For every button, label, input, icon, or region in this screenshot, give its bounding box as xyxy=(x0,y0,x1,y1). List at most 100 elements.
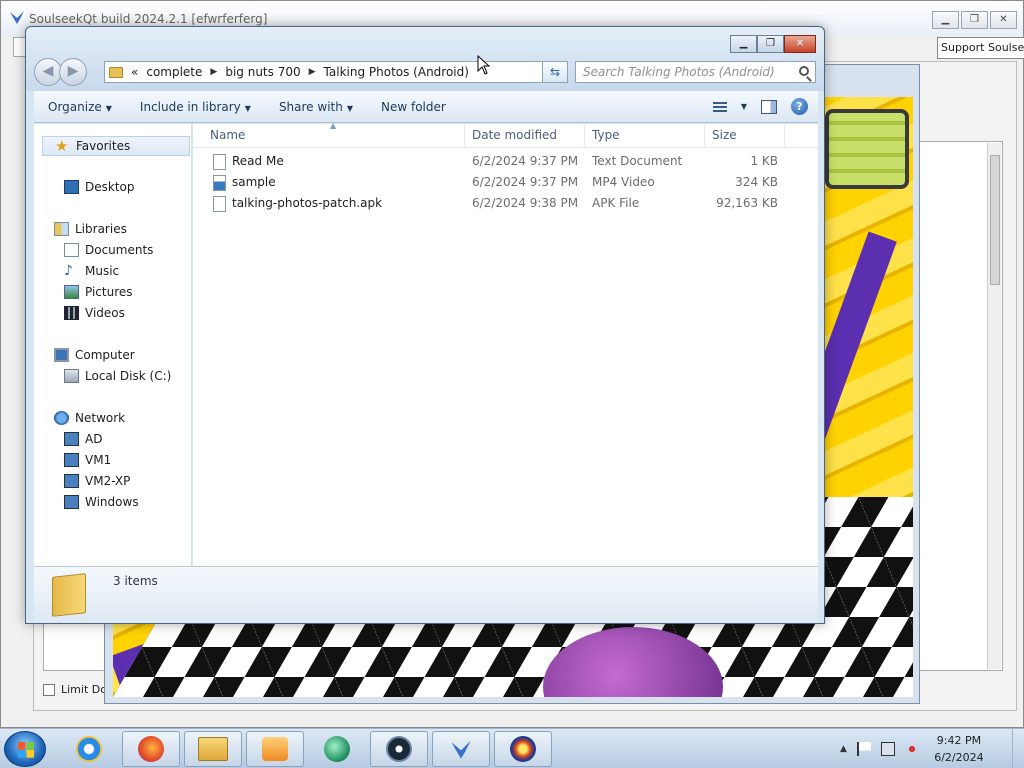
back-button[interactable]: ◀ xyxy=(34,58,62,86)
nav-network-windows[interactable]: Windows xyxy=(64,495,139,509)
column-date-modified[interactable]: Date modified xyxy=(472,128,557,142)
folder-icon xyxy=(52,573,86,617)
folder-icon xyxy=(109,66,123,78)
nav-local-disk-label: Local Disk (C:) xyxy=(85,369,172,383)
taskbar-steam[interactable] xyxy=(370,731,428,767)
minimize-button[interactable]: ▁ xyxy=(730,35,757,53)
share-with-button[interactable]: Share with ▼ xyxy=(265,100,367,114)
music-note-icon: ♪ xyxy=(64,263,73,279)
start-button[interactable] xyxy=(4,731,46,767)
soulseek-scrollbar[interactable] xyxy=(987,143,1001,669)
taskbar-soulseek[interactable] xyxy=(432,731,490,767)
nav-network[interactable]: Network xyxy=(54,411,125,425)
system-tray: ▲ 9:42 PM 6/2/2024 xyxy=(840,729,989,768)
taskbar-firefox[interactable] xyxy=(122,731,180,767)
nav-network-vm2-xp[interactable]: VM2-XP xyxy=(64,474,130,488)
nav-music[interactable]: ♪ Music xyxy=(64,264,119,278)
network-computer-icon xyxy=(64,432,79,446)
file-row[interactable]: Read Me 6/2/2024 9:37 PM Text Document 1… xyxy=(193,152,818,173)
nav-local-disk[interactable]: Local Disk (C:) xyxy=(64,369,171,383)
nav-network-vm1[interactable]: VM1 xyxy=(64,453,111,467)
network-computer-icon xyxy=(64,495,79,509)
nav-documents-label: Documents xyxy=(85,243,154,257)
file-size: 92,163 KB xyxy=(716,196,778,210)
file-date: 6/2/2024 9:37 PM xyxy=(472,175,579,189)
breadcrumb-overflow[interactable]: « xyxy=(131,65,138,79)
nav-desktop[interactable]: Desktop xyxy=(64,180,135,194)
star-icon: ★ xyxy=(55,137,69,155)
nav-pictures[interactable]: Pictures xyxy=(64,285,133,299)
forward-button[interactable]: ▶ xyxy=(59,58,87,86)
nav-computer-label: Computer xyxy=(75,348,135,362)
breadcrumb-complete[interactable]: complete xyxy=(146,65,202,79)
refresh-icon: ⇆ xyxy=(549,65,561,79)
column-divider[interactable] xyxy=(704,124,705,148)
soulseek-scroll-thumb[interactable] xyxy=(990,155,1000,285)
nav-videos[interactable]: Videos xyxy=(64,306,125,320)
maximize-button[interactable]: ❐ xyxy=(757,35,784,53)
show-desktop-button[interactable] xyxy=(1012,729,1024,768)
taskbar-burst-app[interactable] xyxy=(494,731,552,767)
nav-network-label: Network xyxy=(75,411,126,425)
view-options-dropdown-icon[interactable]: ▼ xyxy=(741,102,747,111)
breadcrumb-big-nuts-700[interactable]: big nuts 700 xyxy=(225,65,300,79)
nav-favorites[interactable]: ★ Favorites xyxy=(42,136,190,156)
computer-icon xyxy=(54,348,69,362)
limit-download-checkbox[interactable] xyxy=(43,683,55,696)
soulseek-minimize-button[interactable]: ▁ xyxy=(932,11,959,29)
refresh-button[interactable]: ⇆ xyxy=(542,61,568,83)
taskbar-media-player[interactable] xyxy=(246,731,304,767)
explorer-titlebar[interactable]: ▁ ❐ ✕ ◀ ▶ « complete ▶ big nuts 700 ▶ Ta… xyxy=(26,27,824,91)
chevron-right-icon[interactable]: ▶ xyxy=(210,67,217,77)
support-soulseek-button[interactable]: Support Soulseek xyxy=(937,37,1024,59)
pictures-icon xyxy=(64,285,79,299)
soulseek-maximize-button[interactable]: ❐ xyxy=(961,11,988,29)
video-green-screen xyxy=(825,109,909,189)
soulseek-title: SoulseekQt build 2024.2.1 [efwrferferg] xyxy=(29,12,268,26)
chevron-right-icon[interactable]: ▶ xyxy=(309,67,316,77)
system-clock[interactable]: 9:42 PM 6/2/2024 xyxy=(929,732,989,766)
volume-muted-icon[interactable] xyxy=(904,742,919,756)
taskbar-green-app[interactable] xyxy=(308,731,366,767)
new-folder-button[interactable]: New folder xyxy=(367,100,460,114)
network-computer-icon xyxy=(64,453,79,467)
show-hidden-icons-icon[interactable]: ▲ xyxy=(840,744,847,754)
search-icon[interactable] xyxy=(799,66,809,76)
nav-documents[interactable]: Documents xyxy=(64,243,153,257)
nav-network-item-label: Windows xyxy=(85,495,139,509)
file-row[interactable]: sample 6/2/2024 9:37 PM MP4 Video 324 KB xyxy=(193,173,818,194)
close-button[interactable]: ✕ xyxy=(784,35,816,53)
network-status-icon[interactable] xyxy=(880,742,895,756)
column-type[interactable]: Type xyxy=(592,128,620,142)
preview-pane-icon[interactable] xyxy=(761,99,777,114)
file-row[interactable]: talking-photos-patch.apk 6/2/2024 9:38 P… xyxy=(193,194,818,215)
column-name[interactable]: Name xyxy=(210,128,245,142)
column-divider[interactable] xyxy=(464,124,465,148)
breadcrumb-talking-photos[interactable]: Talking Photos (Android) xyxy=(324,65,469,79)
hard-drive-icon xyxy=(64,369,79,383)
search-input[interactable]: Search Talking Photos (Android) xyxy=(575,61,816,83)
help-icon[interactable]: ? xyxy=(791,98,808,115)
firefox-icon xyxy=(138,736,164,762)
action-center-flag-icon[interactable] xyxy=(856,742,871,756)
windows-logo-icon xyxy=(18,742,34,758)
share-with-label: Share with xyxy=(278,99,343,114)
file-name: talking-photos-patch.apk xyxy=(232,196,383,210)
navigation-pane: ★ Favorites Desktop Libraries Documents ♪… xyxy=(34,124,192,566)
taskbar-windows-explorer[interactable] xyxy=(184,731,242,767)
file-size: 1 KB xyxy=(750,154,778,168)
column-size[interactable]: Size xyxy=(712,128,737,142)
address-bar[interactable]: « complete ▶ big nuts 700 ▶ Talking Phot… xyxy=(104,61,566,83)
column-divider[interactable] xyxy=(784,124,785,148)
include-in-library-button[interactable]: Include in library ▼ xyxy=(126,100,265,114)
column-divider[interactable] xyxy=(584,124,585,148)
taskbar-internet-explorer[interactable] xyxy=(60,731,118,767)
organize-button[interactable]: Organize ▼ xyxy=(34,100,126,114)
change-view-icon[interactable] xyxy=(712,101,727,112)
nav-network-ad[interactable]: AD xyxy=(64,432,102,446)
file-date: 6/2/2024 9:37 PM xyxy=(472,154,579,168)
nav-libraries[interactable]: Libraries xyxy=(54,222,127,236)
file-size: 324 KB xyxy=(735,175,778,189)
soulseek-close-button[interactable]: ✕ xyxy=(990,11,1017,29)
nav-computer[interactable]: Computer xyxy=(54,348,135,362)
